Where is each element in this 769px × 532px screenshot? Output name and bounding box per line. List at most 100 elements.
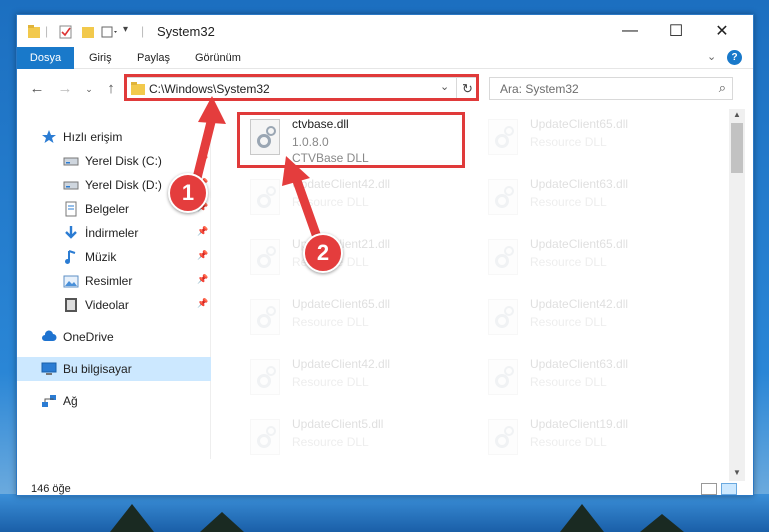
dropdown-arrow-icon[interactable]: ▾ <box>123 24 128 40</box>
address-highlight-box <box>124 74 479 101</box>
file-name: UpdateClient65.dll <box>530 117 629 131</box>
sidebar-item-label: Yerel Disk (D:) <box>85 178 162 192</box>
file-item[interactable]: UpdateClient19.dll Resource DLL <box>478 415 706 473</box>
file-description: Resource DLL <box>530 255 607 269</box>
help-icon[interactable]: ? <box>727 50 742 65</box>
file-item[interactable]: UpdateClient65.dll Resource DLL <box>240 295 468 353</box>
dll-file-icon <box>250 359 280 395</box>
new-folder-icon[interactable] <box>81 24 95 40</box>
large-icons-view-icon[interactable] <box>721 483 737 495</box>
sidebar-item-videolar[interactable]: Videolar 📌 <box>17 293 211 317</box>
properties-icon[interactable] <box>59 24 73 40</box>
ribbon: Dosya Giriş Paylaş Görünüm ⌄ ? <box>17 47 753 105</box>
sidebar-item-label: Yerel Disk (C:) <box>85 154 162 168</box>
sidebar-item-label: Bu bilgisayar <box>63 362 132 376</box>
file-item[interactable]: UpdateClient63.dll Resource DLL <box>478 355 706 413</box>
sidebar-item-onedrive[interactable]: OneDrive <box>17 325 211 349</box>
tab-gorunum[interactable]: Görünüm <box>187 47 249 69</box>
maximize-button[interactable]: ☐ <box>653 15 699 47</box>
pin-icon[interactable]: 📌 <box>197 250 208 261</box>
file-description: Resource DLL <box>530 135 607 149</box>
file-name: UpdateClient42.dll <box>530 297 629 311</box>
window-title: System32 <box>157 24 215 39</box>
sidebar-item-label: Resimler <box>85 274 133 288</box>
status-bar: 146 öğe <box>17 481 753 497</box>
desktop-background <box>0 494 769 532</box>
dll-file-icon <box>250 419 280 455</box>
search-input[interactable]: Ara: System32 <box>500 82 579 96</box>
sidebar-item-resimler[interactable]: Resimler 📌 <box>17 269 211 293</box>
expand-ribbon-icon[interactable]: ⌄ <box>707 50 716 63</box>
search-box[interactable]: Ara: System32 ⌕ <box>489 77 733 100</box>
recent-locations-button[interactable]: ⌄ <box>79 79 99 99</box>
file-name: UpdateClient63.dll <box>530 177 629 191</box>
sidebar-item-label: İndirmeler <box>85 226 139 240</box>
item-count: 146 öğe <box>31 483 71 495</box>
file-item[interactable]: UpdateClient42.dll Resource DLL <box>240 355 468 413</box>
dll-file-icon <box>250 179 280 215</box>
sidebar-item-label: Ağ <box>63 394 78 408</box>
file-item[interactable]: UpdateClient65.dll Resource DLL <box>478 115 706 173</box>
divider: | <box>141 24 145 38</box>
music-icon <box>63 249 79 265</box>
dll-file-icon <box>488 239 518 275</box>
vertical-scrollbar[interactable]: ▲ ▼ <box>729 109 745 481</box>
file-name: UpdateClient19.dll <box>530 417 629 431</box>
file-description: Resource DLL <box>292 435 369 449</box>
sidebar-item-m-zik[interactable]: Müzik 📌 <box>17 245 211 269</box>
file-name: UpdateClient63.dll <box>530 357 629 371</box>
navigation-pane: Hızlı erişim Yerel Disk (C:) 📌 Yerel Disk (… <box>17 109 211 459</box>
file-name: UpdateClient65.dll <box>530 237 629 251</box>
sidebar-item-yerel-disk-c[interactable]: Yerel Disk (C:) 📌 <box>17 149 211 173</box>
search-icon[interactable]: ⌕ <box>719 80 726 96</box>
file-description: Resource DLL <box>530 195 607 209</box>
file-highlight-box <box>237 112 465 168</box>
pin-icon[interactable]: 📌 <box>197 154 208 165</box>
tab-paylas[interactable]: Paylaş <box>129 47 178 69</box>
file-name: UpdateClient42.dll <box>292 177 391 191</box>
pin-icon[interactable]: 📌 <box>197 274 208 285</box>
file-item[interactable]: UpdateClient42.dll Resource DLL <box>240 175 468 233</box>
minimize-button[interactable]: — <box>607 15 653 47</box>
sidebar-item-label: OneDrive <box>63 330 114 344</box>
pin-icon[interactable]: 📌 <box>197 226 208 237</box>
folder-icon <box>28 25 40 38</box>
drive-icon <box>63 177 79 193</box>
details-view-icon[interactable] <box>701 483 717 495</box>
close-button[interactable]: ✕ <box>699 15 745 47</box>
sidebar-item-label: Belgeler <box>85 202 130 216</box>
sidebar-item-h-zl-eri-im[interactable]: Hızlı erişim <box>17 125 211 149</box>
dll-file-icon <box>488 119 518 155</box>
documents-icon <box>63 201 79 217</box>
sidebar-item-i-ndirmeler[interactable]: İndirmeler 📌 <box>17 221 211 245</box>
customize-toolbar-icon[interactable] <box>101 24 119 40</box>
dll-file-icon <box>250 299 280 335</box>
videos-icon <box>63 297 79 313</box>
file-item[interactable]: UpdateClient65.dll Resource DLL <box>478 235 706 293</box>
up-button[interactable]: ↑ <box>101 79 121 99</box>
dll-file-icon <box>488 419 518 455</box>
file-name: UpdateClient5.dll <box>292 417 384 431</box>
scrollbar-thumb[interactable] <box>731 123 743 173</box>
star-icon <box>41 129 57 145</box>
file-item[interactable]: UpdateClient42.dll Resource DLL <box>478 295 706 353</box>
file-item[interactable]: UpdateClient5.dll Resource DLL <box>240 415 468 473</box>
sidebar-item-bu-bilgisayar[interactable]: Bu bilgisayar <box>17 357 211 381</box>
step-1-badge: 1 <box>168 173 208 213</box>
tab-giris[interactable]: Giriş <box>81 47 120 69</box>
sidebar-item-a[interactable]: Ağ <box>17 389 211 413</box>
title-bar: | ▾ | System32 — ☐ ✕ <box>17 15 753 47</box>
file-item[interactable]: UpdateClient63.dll Resource DLL <box>478 175 706 233</box>
file-description: Resource DLL <box>530 315 607 329</box>
pin-icon[interactable]: 📌 <box>197 298 208 309</box>
file-description: Resource DLL <box>292 195 369 209</box>
sidebar-item-label: Müzik <box>85 250 117 264</box>
dll-file-icon <box>488 359 518 395</box>
dll-file-icon <box>488 179 518 215</box>
back-button[interactable]: ← <box>27 79 47 99</box>
forward-button[interactable]: → <box>55 79 75 99</box>
scroll-up-arrow-icon[interactable]: ▲ <box>729 110 745 122</box>
file-description: Resource DLL <box>530 375 607 389</box>
file-item[interactable]: UpdateClient21.dllResource DLL <box>240 235 468 293</box>
scroll-down-arrow-icon[interactable]: ▼ <box>729 468 745 480</box>
